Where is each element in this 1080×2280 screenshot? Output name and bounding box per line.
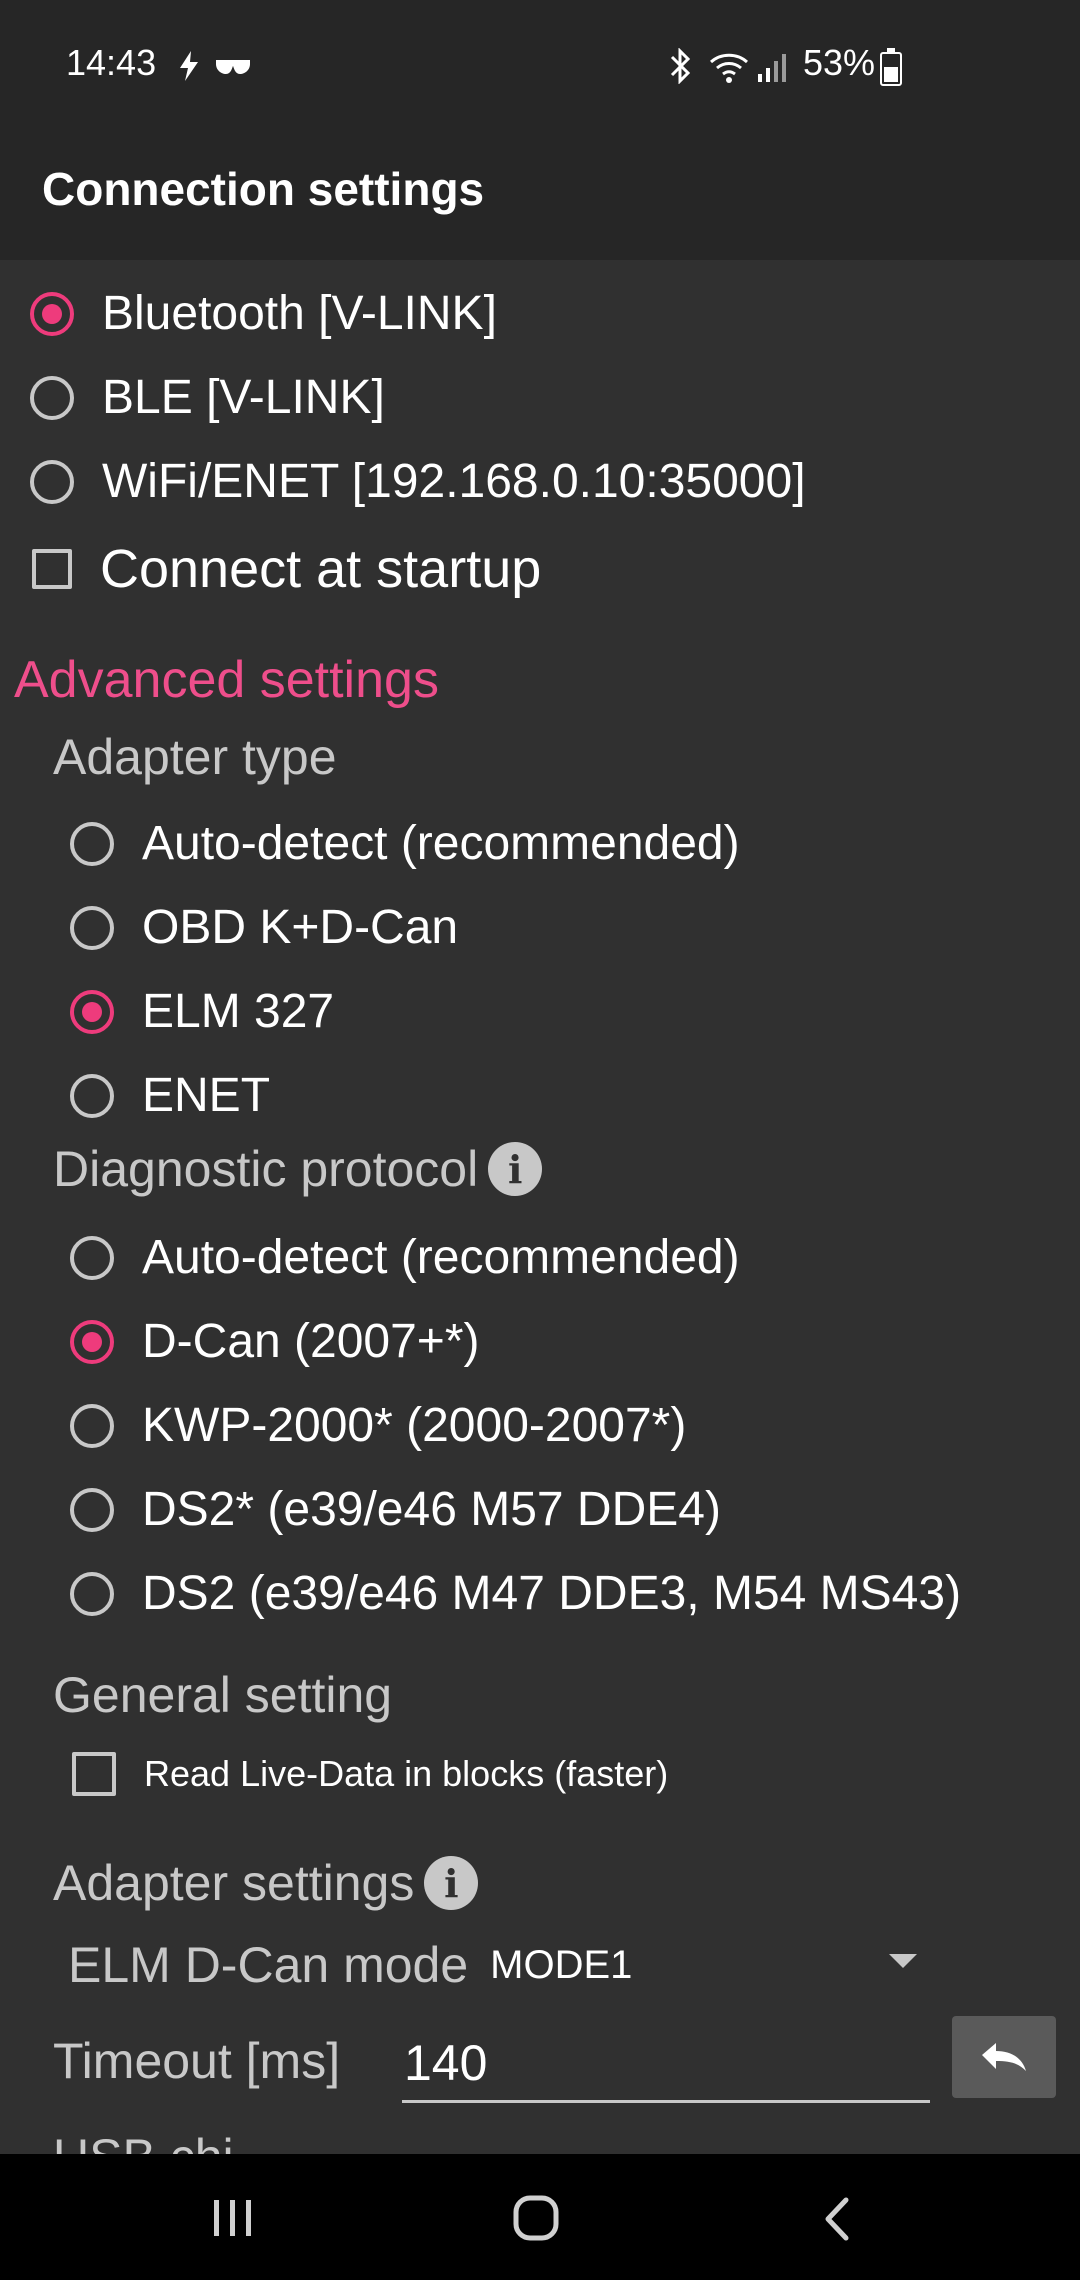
radio-ble[interactable]: BLE [V-LINK]: [30, 370, 385, 425]
radio-label: Auto-detect (recommended): [142, 1231, 740, 1284]
dropdown-value[interactable]: MODE1: [490, 1943, 632, 1988]
wifi-icon: [709, 53, 749, 83]
section-title-advanced: Advanced settings: [14, 651, 439, 709]
navigation-bar: [0, 2154, 1080, 2280]
subtitle-text: Adapter settings: [53, 1855, 415, 1911]
radio-protocol-ds2-dde3[interactable]: DS2 (e39/e46 M47 DDE3, M54 MS43): [70, 1566, 961, 1621]
radio-button[interactable]: [70, 1487, 114, 1532]
radio-button[interactable]: [70, 1073, 114, 1118]
status-time: 14:43: [66, 42, 157, 83]
radio-button[interactable]: [70, 821, 114, 866]
checkbox[interactable]: [32, 549, 72, 589]
radio-adapter-auto[interactable]: Auto-detect (recommended): [70, 816, 740, 871]
dropdown-label: ELM D-Can mode: [68, 1937, 469, 1993]
info-icon[interactable]: i: [488, 1142, 543, 1196]
subtitle-general-setting: General setting: [53, 1667, 393, 1723]
bolt-icon: [180, 51, 198, 81]
checkbox[interactable]: [72, 1752, 116, 1796]
radio-label: ENET: [142, 1069, 271, 1122]
radio-label: DS2* (e39/e46 M57 DDE4): [142, 1483, 721, 1536]
radio-label: DS2 (e39/e46 M47 DDE3, M54 MS43): [142, 1567, 962, 1620]
info-icon[interactable]: i: [424, 1856, 479, 1910]
radio-label: D-Can (2007+*): [142, 1315, 480, 1368]
undo-button[interactable]: [952, 2016, 1056, 2098]
battery-percent: 53%: [803, 42, 876, 83]
checkbox-read-live-data[interactable]: Read Live-Data in blocks (faster): [72, 1752, 668, 1796]
back-icon[interactable]: [822, 2196, 852, 2242]
timeout-label: Timeout [ms]: [53, 2033, 341, 2089]
radio-protocol-ds2-dde4[interactable]: DS2* (e39/e46 M57 DDE4): [70, 1482, 721, 1537]
glasses-icon: [216, 60, 250, 74]
radio-button[interactable]: [30, 375, 74, 420]
subtitle-diagnostic-protocol: Diagnostic protocol i: [53, 1140, 543, 1198]
status-left-icons: [178, 48, 252, 84]
radio-label: WiFi/ENET [192.168.0.10:35000]: [102, 455, 806, 508]
partial-next-label: USB chi...: [53, 2136, 353, 2154]
subtitle-adapter-settings: Adapter settings i: [53, 1854, 479, 1912]
radio-protocol-kwp2000[interactable]: KWP-2000* (2000-2007*): [70, 1398, 686, 1453]
bluetooth-icon: [670, 48, 691, 84]
signal-icon: [758, 54, 786, 82]
elm-dcan-mode-row[interactable]: ELM D-Can mode MODE1: [68, 1920, 928, 2010]
settings-content[interactable]: Bluetooth [V-LINK] BLE [V-LINK] WiFi/ENE…: [0, 260, 1080, 2154]
subtitle-adapter-type: Adapter type: [53, 729, 337, 785]
checkbox-connect-at-startup[interactable]: Connect at startup: [32, 538, 541, 600]
recent-apps-icon[interactable]: [210, 2198, 256, 2238]
timeout-value[interactable]: 140: [404, 2034, 487, 2092]
radio-button[interactable]: [70, 1319, 114, 1364]
radio-bluetooth[interactable]: Bluetooth [V-LINK]: [30, 286, 497, 341]
radio-button[interactable]: [30, 459, 74, 504]
radio-label: BLE [V-LINK]: [102, 371, 385, 424]
radio-button[interactable]: [70, 1403, 114, 1448]
battery-icon: [880, 48, 902, 86]
status-bar: 14:43 53%: [0, 0, 1080, 112]
radio-label: OBD K+D-Can: [142, 901, 459, 954]
radio-button[interactable]: [70, 905, 114, 950]
radio-wifi-enet[interactable]: WiFi/ENET [192.168.0.10:35000]: [30, 454, 806, 509]
radio-label: Bluetooth [V-LINK]: [102, 287, 497, 340]
checkbox-label: Connect at startup: [100, 539, 542, 599]
app-bar: Connection settings: [0, 112, 1080, 260]
radio-label: KWP-2000* (2000-2007*): [142, 1399, 687, 1452]
partial-next-item: USB chi...: [53, 2136, 353, 2154]
radio-protocol-auto[interactable]: Auto-detect (recommended): [70, 1230, 740, 1285]
radio-protocol-dcan[interactable]: D-Can (2007+*): [70, 1314, 480, 1369]
subtitle-text: Diagnostic protocol: [53, 1141, 479, 1197]
radio-button[interactable]: [70, 1235, 114, 1280]
radio-button[interactable]: [30, 291, 74, 336]
radio-label: Auto-detect (recommended): [142, 817, 740, 870]
radio-adapter-elm327[interactable]: ELM 327: [70, 984, 334, 1039]
radio-button[interactable]: [70, 989, 114, 1034]
radio-adapter-enet[interactable]: ENET: [70, 1068, 270, 1123]
timeout-input[interactable]: 140: [402, 2020, 930, 2103]
radio-adapter-obd[interactable]: OBD K+D-Can: [70, 900, 458, 955]
radio-label: ELM 327: [142, 985, 335, 1038]
radio-button[interactable]: [70, 1571, 114, 1616]
undo-icon: [982, 2043, 1026, 2071]
checkbox-label: Read Live-Data in blocks (faster): [144, 1753, 669, 1794]
home-icon[interactable]: [512, 2194, 560, 2242]
page-title: Connection settings: [42, 163, 485, 215]
dropdown-arrow-icon[interactable]: [889, 1954, 917, 1968]
